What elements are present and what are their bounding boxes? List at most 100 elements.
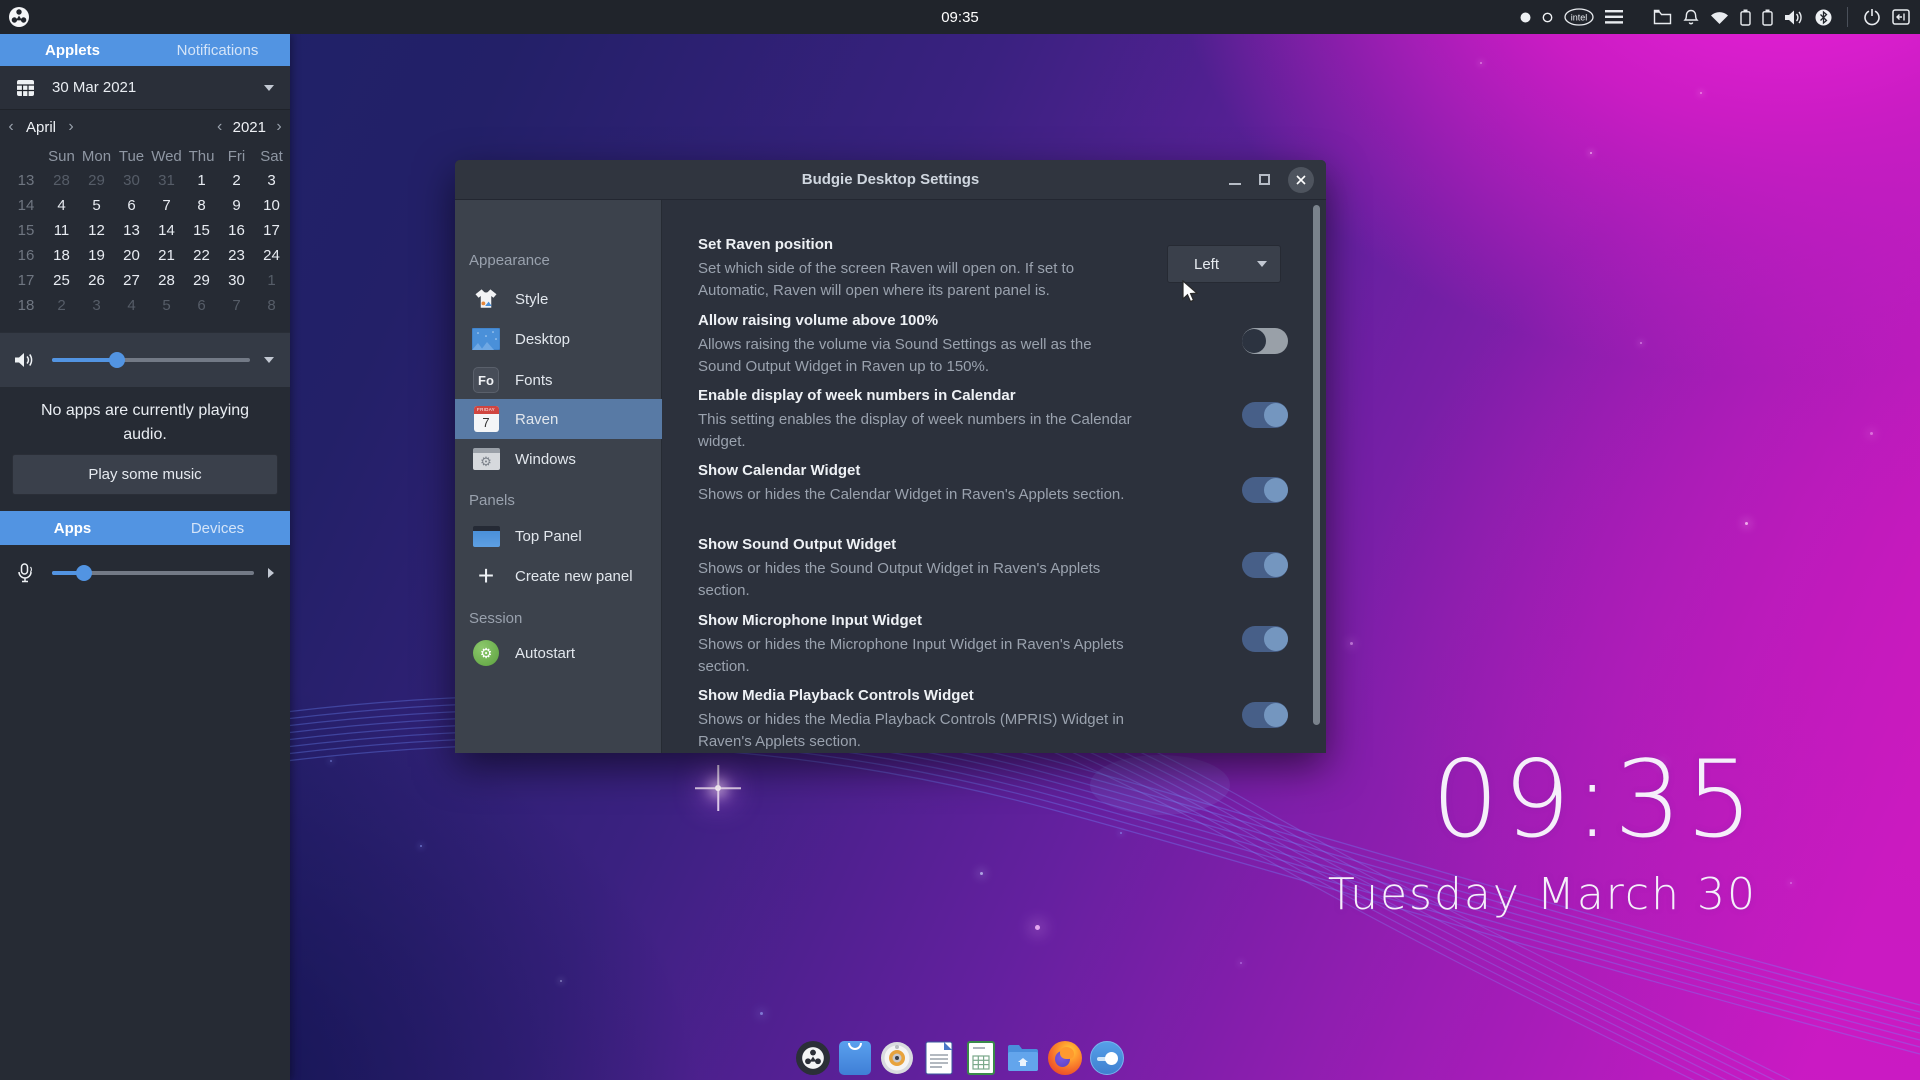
tab-devices[interactable]: Devices bbox=[145, 511, 290, 545]
titlebar[interactable]: Budgie Desktop Settings bbox=[455, 160, 1326, 200]
calendar-day[interactable]: 22 bbox=[184, 243, 219, 268]
toggle-week-numbers[interactable] bbox=[1242, 402, 1288, 428]
week-number[interactable]: 17 bbox=[8, 268, 44, 293]
calendar-day[interactable]: 30 bbox=[219, 268, 254, 293]
battery-icon[interactable] bbox=[1740, 9, 1751, 26]
calendar-day[interactable]: 20 bbox=[114, 243, 149, 268]
output-expand-icon[interactable] bbox=[264, 357, 274, 363]
firefox-icon[interactable] bbox=[1047, 1040, 1083, 1076]
prev-month-icon[interactable]: ‹ bbox=[2, 118, 20, 136]
sidebar-item-create-panel[interactable]: + Create new panel bbox=[455, 556, 662, 596]
calendar-day[interactable]: 3 bbox=[79, 293, 114, 318]
calendar-day[interactable]: 9 bbox=[219, 193, 254, 218]
calendar-day[interactable]: 30 bbox=[114, 168, 149, 193]
tab-apps[interactable]: Apps bbox=[0, 511, 145, 545]
week-number[interactable]: 15 bbox=[8, 218, 44, 243]
calendar-day[interactable]: 2 bbox=[219, 168, 254, 193]
tab-notifications[interactable]: Notifications bbox=[145, 34, 290, 66]
software-center-icon[interactable] bbox=[837, 1040, 873, 1076]
mic-expand-icon[interactable] bbox=[268, 567, 274, 578]
calendar-day[interactable]: 10 bbox=[254, 193, 289, 218]
week-number[interactable]: 18 bbox=[8, 293, 44, 318]
display-icon[interactable] bbox=[1892, 9, 1910, 25]
calendar-day[interactable]: 28 bbox=[44, 168, 79, 193]
wifi-icon[interactable] bbox=[1710, 10, 1729, 25]
budgie-menu-icon[interactable] bbox=[795, 1040, 831, 1076]
next-month-icon[interactable]: › bbox=[62, 118, 80, 136]
sidebar-item-fonts[interactable]: Fo Fonts bbox=[455, 360, 662, 400]
files-icon[interactable] bbox=[1005, 1040, 1041, 1076]
bluetooth-icon[interactable] bbox=[1815, 9, 1832, 26]
indicator-dot-filled[interactable] bbox=[1520, 12, 1531, 23]
maximize-button[interactable] bbox=[1259, 174, 1270, 185]
calendar-day[interactable]: 18 bbox=[44, 243, 79, 268]
calendar-day[interactable]: 28 bbox=[149, 268, 184, 293]
toggle-show-calendar[interactable] bbox=[1242, 477, 1288, 503]
next-year-icon[interactable]: › bbox=[270, 118, 288, 136]
calendar-day[interactable]: 14 bbox=[149, 218, 184, 243]
calendar-day[interactable]: 23 bbox=[219, 243, 254, 268]
calendar-day[interactable]: 6 bbox=[184, 293, 219, 318]
tray-files-icon[interactable] bbox=[1653, 9, 1672, 25]
menu-icon[interactable] bbox=[1605, 10, 1623, 24]
calendar-day[interactable]: 29 bbox=[184, 268, 219, 293]
intel-badge[interactable]: intel bbox=[1564, 8, 1594, 26]
calendar-day[interactable]: 16 bbox=[219, 218, 254, 243]
volume-slider-knob[interactable] bbox=[109, 352, 126, 368]
calendar-day[interactable]: 25 bbox=[44, 268, 79, 293]
calendar-day[interactable]: 1 bbox=[184, 168, 219, 193]
spreadsheet-icon[interactable] bbox=[963, 1040, 999, 1076]
indicator-dot-outline[interactable] bbox=[1542, 12, 1553, 23]
calendar-day[interactable]: 5 bbox=[149, 293, 184, 318]
calendar-day[interactable]: 8 bbox=[184, 193, 219, 218]
calendar-day[interactable]: 29 bbox=[79, 168, 114, 193]
sidebar-item-desktop[interactable]: Desktop bbox=[455, 319, 662, 359]
calendar-day[interactable]: 27 bbox=[114, 268, 149, 293]
calendar-day[interactable]: 5 bbox=[79, 193, 114, 218]
calendar-day[interactable]: 15 bbox=[184, 218, 219, 243]
volume-slider[interactable] bbox=[52, 352, 250, 368]
calendar-day[interactable]: 12 bbox=[79, 218, 114, 243]
prev-year-icon[interactable]: ‹ bbox=[211, 118, 229, 136]
calendar-day[interactable]: 26 bbox=[79, 268, 114, 293]
volume-icon[interactable] bbox=[1784, 9, 1804, 26]
bell-icon[interactable] bbox=[1683, 9, 1699, 26]
calendar-day[interactable]: 19 bbox=[79, 243, 114, 268]
calendar-day[interactable]: 31 bbox=[149, 168, 184, 193]
sidebar-item-raven[interactable]: FRIDAY 7 Raven bbox=[455, 399, 662, 439]
tab-applets[interactable]: Applets bbox=[0, 34, 145, 66]
writer-icon[interactable] bbox=[921, 1040, 957, 1076]
raven-position-dropdown[interactable]: Left bbox=[1167, 245, 1281, 283]
sidebar-item-top-panel[interactable]: Top Panel bbox=[455, 516, 662, 556]
calendar-expander[interactable]: 30 Mar 2021 bbox=[0, 66, 290, 110]
calendar-day[interactable]: 11 bbox=[44, 218, 79, 243]
calendar-day[interactable]: 7 bbox=[219, 293, 254, 318]
battery2-icon[interactable] bbox=[1762, 9, 1773, 26]
sidebar-item-autostart[interactable]: ⚙ Autostart bbox=[455, 633, 662, 673]
minimize-button[interactable] bbox=[1229, 182, 1241, 185]
toggle-volume-above-100[interactable] bbox=[1242, 328, 1288, 354]
toggle-show-mic-input[interactable] bbox=[1242, 626, 1288, 652]
sidebar-item-windows[interactable]: ⚙ Windows bbox=[455, 439, 662, 479]
week-number[interactable]: 14 bbox=[8, 193, 44, 218]
calendar-day[interactable]: 4 bbox=[114, 293, 149, 318]
calendar-day[interactable]: 8 bbox=[254, 293, 289, 318]
mic-slider[interactable] bbox=[52, 564, 254, 581]
toggle-show-media-controls[interactable] bbox=[1242, 702, 1288, 728]
calendar-day[interactable]: 24 bbox=[254, 243, 289, 268]
calendar-day[interactable]: 17 bbox=[254, 218, 289, 243]
calendar-day[interactable]: 3 bbox=[254, 168, 289, 193]
calendar-day[interactable]: 7 bbox=[149, 193, 184, 218]
calendar-day[interactable]: 2 bbox=[44, 293, 79, 318]
calendar-day[interactable]: 4 bbox=[44, 193, 79, 218]
power-icon[interactable] bbox=[1863, 8, 1881, 26]
calendar-day[interactable]: 21 bbox=[149, 243, 184, 268]
music-player-icon[interactable] bbox=[879, 1040, 915, 1076]
close-button[interactable] bbox=[1288, 166, 1314, 193]
scrollbar[interactable] bbox=[1313, 205, 1320, 725]
mic-slider-knob[interactable] bbox=[76, 564, 93, 581]
calendar-day[interactable]: 1 bbox=[254, 268, 289, 293]
calendar-day[interactable]: 13 bbox=[114, 218, 149, 243]
toggle-show-sound-output[interactable] bbox=[1242, 552, 1288, 578]
play-music-button[interactable]: Play some music bbox=[12, 454, 278, 495]
